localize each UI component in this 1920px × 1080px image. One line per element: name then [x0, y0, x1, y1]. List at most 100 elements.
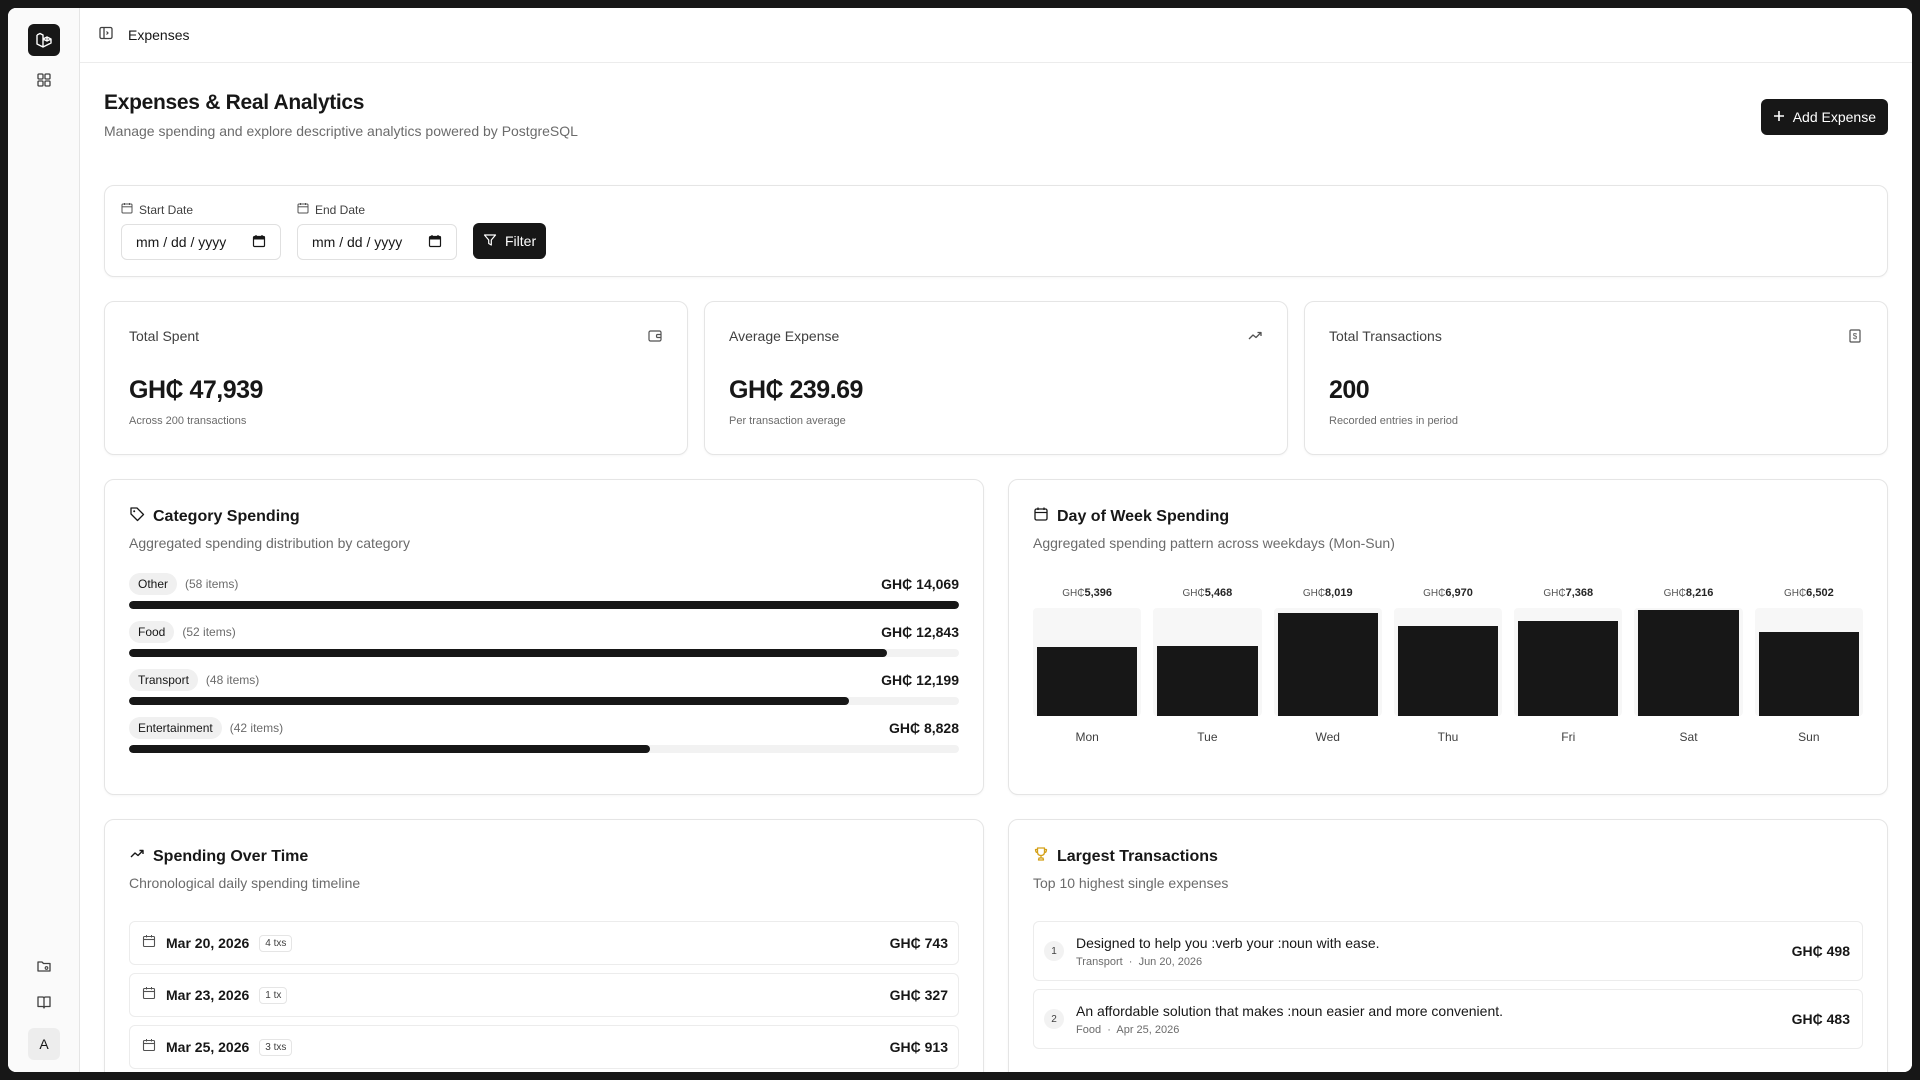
category-row: Food (52 items) GH₵ 12,843	[129, 621, 959, 657]
category-bar-track	[129, 649, 959, 657]
breadcrumb[interactable]: Expenses	[128, 27, 189, 43]
spending-over-time-card: Spending Over Time Chronological daily s…	[104, 819, 984, 1072]
tag-icon	[129, 506, 145, 527]
category-spending-card: Category Spending Aggregated spending di…	[104, 479, 984, 795]
dow-column: GH₵7,368 Fri	[1514, 587, 1623, 744]
transaction-row[interactable]: 1 Designed to help you :verb your :noun …	[1033, 921, 1863, 981]
filter-button[interactable]: Filter	[473, 223, 547, 259]
timeline-row[interactable]: Mar 23, 2026 1 tx GH₵ 327	[129, 973, 959, 1017]
stat-sub: Per transaction average	[729, 415, 846, 427]
category-bar-fill	[129, 649, 887, 657]
dow-value-label: GH₵7,368	[1543, 587, 1594, 599]
timeline-amount: GH₵ 913	[889, 1039, 948, 1055]
dow-day-label: Sat	[1679, 730, 1698, 744]
dow-value-label: GH₵8,019	[1302, 587, 1353, 599]
category-bar-fill	[129, 601, 959, 609]
stats-row: Total Spent GH₵ 47,939 Across 200 transa…	[104, 301, 1888, 455]
timeline-date: Mar 20, 2026	[166, 935, 250, 951]
largest-title: Largest Transactions	[1033, 846, 1863, 867]
dashboard-grid-icon[interactable]	[28, 64, 60, 96]
dow-chart: GH₵5,396 Mon GH₵5,468 Tue GH₵8,019 Wed GH₵6…	[1033, 587, 1863, 744]
dow-value-label: GH₵6,502	[1783, 587, 1834, 599]
category-pill: Food	[129, 621, 175, 643]
timeline-row[interactable]: Mar 20, 2026 4 txs GH₵ 743	[129, 921, 959, 965]
transaction-description: Designed to help you :verb your :noun wi…	[1076, 934, 1380, 951]
timeline-date: Mar 25, 2026	[166, 1039, 250, 1055]
calendar-icon	[1033, 506, 1049, 527]
end-date-input[interactable]: mm / dd / yyyy	[297, 224, 457, 260]
category-count: (52 items)	[182, 625, 236, 639]
start-date-label: Start Date	[121, 202, 281, 217]
timeline-row[interactable]: Mar 25, 2026 3 txs GH₵ 913	[129, 1025, 959, 1069]
start-date-input[interactable]: mm / dd / yyyy	[121, 224, 281, 260]
user-avatar[interactable]: A	[28, 1028, 60, 1060]
date-filter-card: Start Date mm / dd / yyyy End Date mm / …	[104, 185, 1888, 277]
largest-list: 1 Designed to help you :verb your :noun …	[1033, 921, 1863, 1049]
category-amount: GH₵ 8,828	[888, 720, 959, 736]
rank-badge: 1	[1044, 941, 1064, 961]
stat-label: Average Expense	[729, 328, 840, 344]
calendar-picker-icon[interactable]	[252, 234, 266, 251]
end-date-group: End Date mm / dd / yyyy	[297, 202, 457, 260]
calendar-icon	[142, 934, 156, 953]
dow-day-label: Tue	[1197, 730, 1218, 744]
calendar-icon	[142, 1038, 156, 1057]
day-of-week-card: Day of Week Spending Aggregated spending…	[1008, 479, 1888, 795]
category-pill: Entertainment	[129, 717, 222, 739]
dow-column: GH₵5,468 Tue	[1153, 587, 1262, 744]
transaction-meta: Transport · Jun 20, 2026	[1076, 955, 1203, 968]
stat-sub: Recorded entries in period	[1329, 415, 1459, 427]
rank-badge: 2	[1044, 1009, 1064, 1029]
end-date-label: End Date	[297, 202, 457, 217]
category-pill: Other	[129, 573, 178, 595]
trending-up-icon	[129, 846, 145, 867]
timeline-title: Spending Over Time	[129, 846, 959, 867]
add-expense-label: Add Expense	[1792, 109, 1876, 125]
page-subtitle: Manage spending and explore descriptive …	[104, 123, 578, 139]
dow-title: Day of Week Spending	[1033, 506, 1863, 527]
category-count: (42 items)	[229, 721, 284, 735]
transaction-row[interactable]: 2 An affordable solution that makes :nou…	[1033, 989, 1863, 1049]
category-bar-track	[129, 697, 959, 705]
dow-column: GH₵8,216 Sat	[1634, 587, 1743, 744]
sidebar-toggle-icon[interactable]	[98, 25, 114, 46]
dow-bar	[1277, 612, 1378, 716]
dow-column: GH₵5,396 Mon	[1033, 587, 1142, 744]
timeline-amount: GH₵ 327	[889, 987, 948, 1003]
largest-transactions-card: Largest Transactions Top 10 highest sing…	[1008, 819, 1888, 1072]
folder-git-icon[interactable]	[28, 950, 60, 982]
dow-column: GH₵6,502 Sun	[1754, 587, 1863, 744]
category-pill: Transport	[129, 669, 198, 691]
category-amount: GH₵ 14,069	[881, 576, 959, 592]
category-count: (48 items)	[205, 673, 260, 687]
receipt-icon: $	[1847, 328, 1863, 349]
category-bar-fill	[129, 697, 849, 705]
category-bar-track	[129, 745, 959, 753]
add-expense-button[interactable]: Add Expense	[1760, 99, 1888, 135]
stat-sub: Across 200 transactions	[129, 415, 247, 427]
filter-label: Filter	[505, 233, 537, 249]
wallet-icon	[647, 328, 663, 349]
dow-bar	[1518, 621, 1619, 716]
stat-value: 200	[1329, 376, 1370, 404]
calendar-picker-icon[interactable]	[428, 234, 442, 251]
dow-bar	[1157, 645, 1258, 716]
laravel-logo-icon	[35, 32, 52, 48]
tx-count-badge: 1 tx	[259, 986, 288, 1004]
category-amount: GH₵ 12,199	[881, 672, 959, 688]
category-bar-track	[129, 601, 959, 609]
stat-total-spent: Total Spent GH₵ 47,939 Across 200 transa…	[104, 301, 688, 455]
category-amount: GH₵ 12,843	[881, 624, 959, 640]
category-row: Entertainment (42 items) GH₵ 8,828	[129, 717, 959, 753]
trending-up-icon	[1247, 328, 1263, 349]
dow-day-label: Fri	[1561, 730, 1576, 744]
book-open-icon[interactable]	[28, 986, 60, 1018]
dow-day-label: Thu	[1437, 730, 1459, 744]
icon-rail: A	[8, 8, 80, 1072]
category-list: Other (58 items) GH₵ 14,069 Food (52 items)…	[129, 573, 959, 753]
stat-label: Total Transactions	[1329, 328, 1442, 344]
end-date-placeholder: mm / dd / yyyy	[312, 234, 403, 250]
dow-subtitle: Aggregated spending pattern across weekd…	[1033, 535, 1395, 551]
app-logo[interactable]	[27, 24, 60, 56]
dow-value-label: GH₵5,468	[1182, 587, 1233, 599]
